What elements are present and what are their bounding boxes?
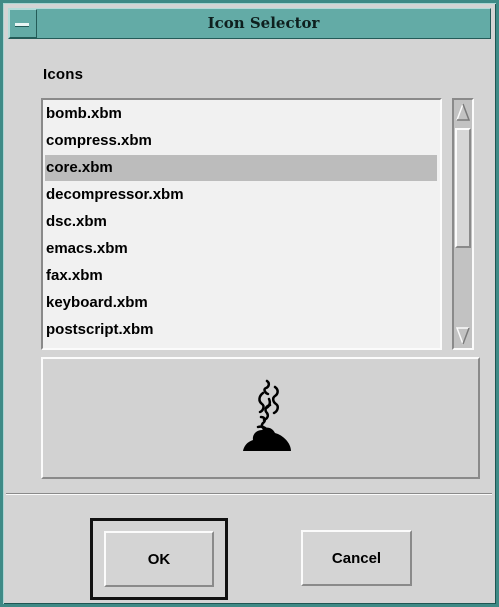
- arrow-down-icon: [456, 327, 470, 345]
- list-item[interactable]: compress.xbm: [45, 128, 437, 154]
- scroll-up-button[interactable]: [455, 101, 471, 123]
- window-menu-icon: [15, 23, 29, 27]
- scroll-thumb[interactable]: [455, 128, 471, 248]
- separator-highlight: [6, 494, 492, 495]
- window-menu-button[interactable]: [9, 9, 37, 38]
- window-title: Icon Selector: [207, 14, 320, 32]
- default-button-frame: OK: [90, 518, 228, 600]
- list-item[interactable]: decompressor.xbm: [45, 182, 437, 208]
- list-item[interactable]: emacs.xbm: [45, 236, 437, 262]
- list-item[interactable]: bomb.xbm: [45, 101, 437, 127]
- core-dump-icon: [243, 379, 291, 451]
- icons-label: Icons: [43, 66, 84, 83]
- arrow-up-icon: [456, 103, 470, 121]
- icon-selector-window: Icon Selector Icons bomb.xbm compress.xb…: [0, 0, 499, 607]
- cancel-button[interactable]: Cancel: [301, 530, 412, 586]
- icons-list[interactable]: bomb.xbm compress.xbm core.xbm decompres…: [41, 98, 442, 350]
- list-item-selected[interactable]: core.xbm: [45, 155, 437, 181]
- list-item[interactable]: dsc.xbm: [45, 209, 437, 235]
- list-scrollbar[interactable]: [452, 98, 474, 350]
- icon-preview: [41, 357, 480, 479]
- list-item[interactable]: postscript.xbm: [45, 317, 437, 343]
- scroll-down-button[interactable]: [455, 325, 471, 347]
- ok-button[interactable]: OK: [104, 531, 214, 587]
- list-item[interactable]: fax.xbm: [45, 263, 437, 289]
- list-item[interactable]: keyboard.xbm: [45, 290, 437, 316]
- title-bar[interactable]: Icon Selector: [8, 8, 491, 39]
